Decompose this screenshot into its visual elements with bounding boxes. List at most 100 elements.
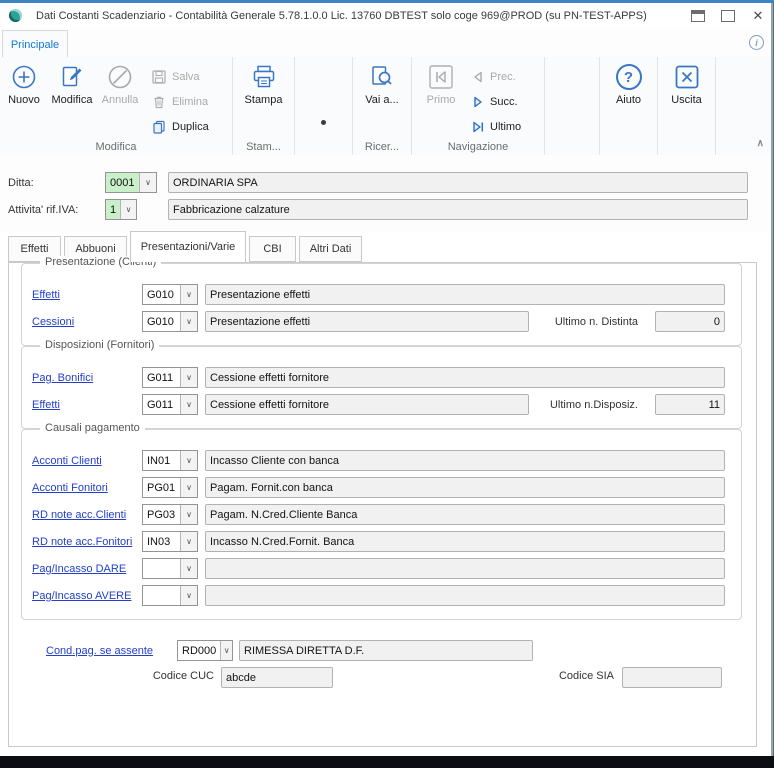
combo-value: IN03: [143, 532, 180, 551]
desc-cessioni-field[interactable]: Presentazione effetti: [205, 311, 529, 332]
maximize-button[interactable]: [718, 7, 738, 25]
close-icon: ✕: [753, 9, 764, 22]
exit-icon: [674, 64, 700, 90]
previous-record-icon: [472, 71, 484, 83]
desc-pag-incasso-avere-field[interactable]: [205, 585, 725, 606]
attivita-label: Attivita' rif.IVA:: [8, 204, 105, 216]
nuovo-button[interactable]: Nuovo: [0, 60, 48, 107]
chevron-down-icon[interactable]: ∨: [180, 532, 197, 551]
link-rd-note-acc-fonitori[interactable]: RD note acc.Fonitori: [32, 536, 142, 548]
desc-pag-bonifici-field[interactable]: Cessione effetti fornitore: [205, 367, 725, 388]
chevron-down-icon[interactable]: ∨: [120, 200, 136, 219]
chevron-down-icon[interactable]: ∨: [180, 505, 197, 524]
link-effetti-fornitori[interactable]: Effetti: [32, 399, 142, 411]
combo-cessioni[interactable]: G010 ∨: [142, 311, 198, 332]
group-disposizioni-fornitori: Disposizioni (Fornitori) Pag. Bonifici G…: [21, 346, 742, 429]
edit-icon: [59, 64, 85, 90]
desc-rd-note-acc-fonitori-field[interactable]: Incasso N.Cred.Fornit. Banca: [205, 531, 725, 552]
link-pag-bonifici[interactable]: Pag. Bonifici: [32, 372, 142, 384]
annulla-button: Annulla: [96, 60, 144, 107]
combo-value: G011: [143, 395, 180, 414]
row-rd-note-acc-fonitori: RD note acc.Fonitori IN03 ∨ Incasso N.Cr…: [32, 531, 725, 552]
codice-sia-field[interactable]: [622, 667, 722, 688]
chevron-down-icon[interactable]: ∨: [180, 586, 197, 605]
duplica-button[interactable]: Duplica: [148, 115, 213, 138]
ribbon: Nuovo Modifica Annulla: [0, 57, 774, 156]
combo-effetti-fornitori[interactable]: G011 ∨: [142, 394, 198, 415]
collapsed-group-button[interactable]: [321, 120, 326, 125]
attivita-code: 1: [106, 200, 120, 219]
ditta-name-field[interactable]: ORDINARIA SPA: [168, 172, 748, 193]
ribbon-tab-principale[interactable]: Principale: [2, 30, 68, 58]
chevron-down-icon[interactable]: ∨: [180, 451, 197, 470]
collapse-ribbon-icon[interactable]: ∧: [757, 138, 764, 149]
ribbon-filler: ∧: [716, 57, 774, 155]
vai-a-button[interactable]: Vai a...: [358, 60, 406, 107]
chevron-down-icon[interactable]: ∨: [180, 368, 197, 387]
chevron-down-icon[interactable]: ∨: [180, 559, 197, 578]
desc-acconti-fonitori-field[interactable]: Pagam. Fornit.con banca: [205, 477, 725, 498]
chevron-down-icon[interactable]: ∨: [180, 285, 197, 304]
ribbon-group-label-modifica: Modifica: [0, 141, 232, 153]
row-cond-pag-se-assente: Cond.pag. se assente RD000 ∨ RIMESSA DIR…: [46, 640, 756, 661]
link-pag-incasso-dare[interactable]: Pag/Incasso DARE: [32, 563, 142, 575]
link-effetti[interactable]: Effetti: [32, 289, 142, 301]
ditta-combo[interactable]: 0001 ∨: [105, 172, 157, 193]
codice-cuc-field[interactable]: abcde: [221, 667, 333, 688]
combo-cond-pag[interactable]: RD000 ∨: [177, 640, 233, 661]
uscita-button[interactable]: Uscita: [663, 60, 711, 107]
ditta-row: Ditta: 0001 ∨ ORDINARIA SPA: [8, 172, 748, 193]
combo-acconti-clienti[interactable]: IN01 ∨: [142, 450, 198, 471]
chevron-down-icon[interactable]: ∨: [139, 173, 156, 192]
tab-altri-dati[interactable]: Altri Dati: [299, 236, 362, 262]
close-button[interactable]: ✕: [748, 7, 768, 25]
chevron-down-icon[interactable]: ∨: [220, 641, 232, 660]
combo-effetti[interactable]: G010 ∨: [142, 284, 198, 305]
tab-presentazioni-varie[interactable]: Presentazioni/Varie: [130, 231, 246, 262]
link-acconti-clienti[interactable]: Acconti Clienti: [32, 455, 142, 467]
link-cond-pag-se-assente[interactable]: Cond.pag. se assente: [46, 645, 177, 657]
next-record-icon: [472, 96, 484, 108]
combo-value: IN01: [143, 451, 180, 470]
chevron-down-icon[interactable]: ∨: [180, 312, 197, 331]
ribbon-group-label-navigazione: Navigazione: [412, 141, 544, 153]
window-controls: ✕: [688, 3, 774, 28]
link-cessioni[interactable]: Cessioni: [32, 316, 142, 328]
app-window: Dati Costanti Scadenziario - Contabilità…: [0, 0, 774, 768]
aiuto-button[interactable]: ? Aiuto: [605, 60, 653, 107]
combo-pag-incasso-avere[interactable]: ∨: [142, 585, 198, 606]
stampa-button[interactable]: Stampa: [240, 60, 288, 107]
link-rd-note-acc-clienti[interactable]: RD note acc.Clienti: [32, 509, 142, 521]
modifica-button[interactable]: Modifica: [48, 60, 96, 107]
combo-pag-bonifici[interactable]: G011 ∨: [142, 367, 198, 388]
desc-rd-note-acc-clienti-field[interactable]: Pagam. N.Cred.Cliente Banca: [205, 504, 725, 525]
link-pag-incasso-avere[interactable]: Pag/Incasso AVERE: [32, 590, 142, 602]
desc-effetti-field[interactable]: Presentazione effetti: [205, 284, 725, 305]
info-icon[interactable]: i: [749, 35, 764, 50]
row-pag-incasso-avere: Pag/Incasso AVERE ∨: [32, 585, 725, 606]
row-pag-bonifici: Pag. Bonifici G011 ∨ Cessione effetti fo…: [32, 367, 725, 388]
ultimo-button[interactable]: Ultimo: [468, 115, 525, 138]
desc-acconti-clienti-field[interactable]: Incasso Cliente con banca: [205, 450, 725, 471]
combo-pag-incasso-dare[interactable]: ∨: [142, 558, 198, 579]
combo-rd-note-acc-clienti[interactable]: PG03 ∨: [142, 504, 198, 525]
attivita-combo[interactable]: 1 ∨: [105, 199, 137, 220]
restore-window-button[interactable]: [688, 7, 708, 25]
chevron-down-icon[interactable]: ∨: [180, 395, 197, 414]
succ-button[interactable]: Succ.: [468, 90, 525, 113]
ultimo-n-distinta-field[interactable]: 0: [655, 311, 725, 332]
new-record-icon: [11, 64, 37, 90]
window-title: Dati Costanti Scadenziario - Contabilità…: [36, 10, 647, 22]
desc-effetti-fornitori-field[interactable]: Cessione effetti fornitore: [205, 394, 529, 415]
link-acconti-fonitori[interactable]: Acconti Fonitori: [32, 482, 142, 494]
ultimo-n-disposiz-field[interactable]: 11: [655, 394, 725, 415]
printer-icon: [251, 64, 277, 90]
restore-icon: [691, 10, 705, 22]
desc-pag-incasso-dare-field[interactable]: [205, 558, 725, 579]
chevron-down-icon[interactable]: ∨: [180, 478, 197, 497]
combo-acconti-fonitori[interactable]: PG01 ∨: [142, 477, 198, 498]
cond-pag-desc-field[interactable]: RIMESSA DIRETTA D.F.: [239, 640, 533, 661]
combo-rd-note-acc-fonitori[interactable]: IN03 ∨: [142, 531, 198, 552]
tab-cbi[interactable]: CBI: [249, 236, 296, 262]
attivita-name-field[interactable]: Fabbricazione calzature: [168, 199, 748, 220]
